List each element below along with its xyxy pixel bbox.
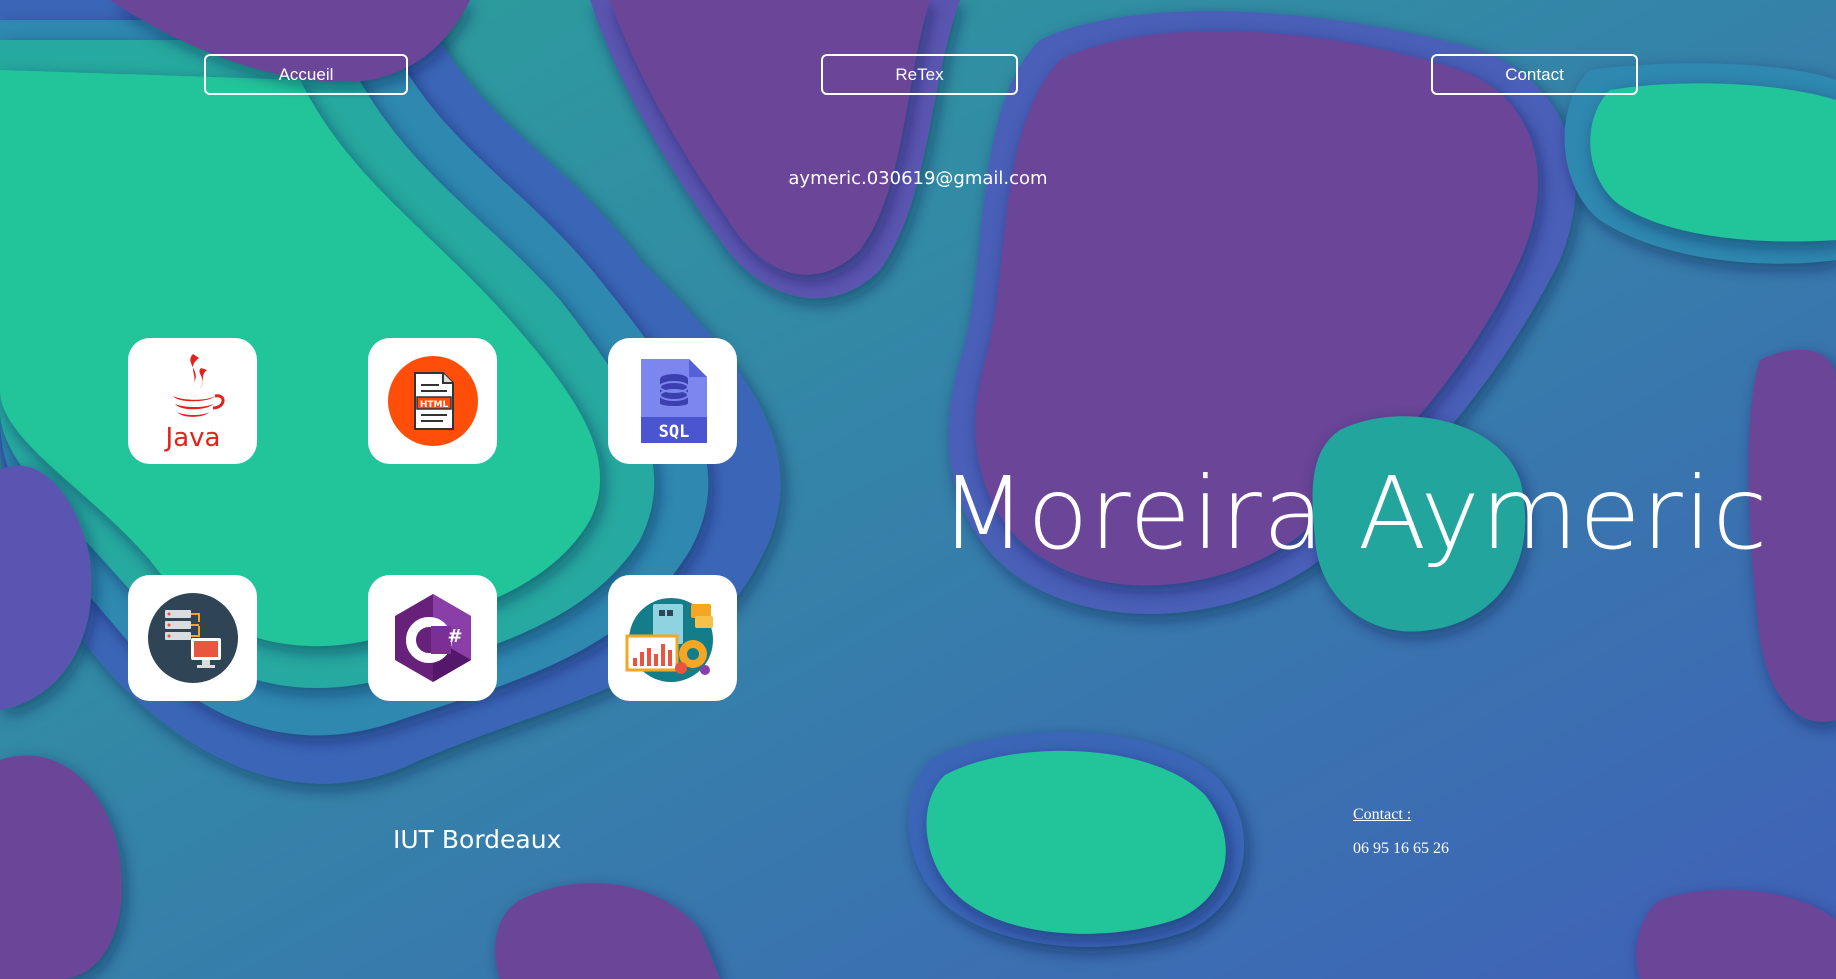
phone-number: 06 95 16 65 26 xyxy=(1353,840,1449,857)
nav-retex-button[interactable]: ReTex xyxy=(821,54,1018,95)
java-icon-label: Java xyxy=(163,423,220,453)
csharp-icon: # xyxy=(394,594,471,682)
contact-label: Contact : xyxy=(1353,806,1412,823)
skill-tile-sql[interactable]: SQL xyxy=(608,338,737,464)
skill-tile-analytics[interactable] xyxy=(608,575,737,701)
hero-name: Moreira Aymeric xyxy=(940,455,1769,572)
nav-contact-button[interactable]: Contact xyxy=(1431,54,1638,95)
skill-tile-java[interactable]: Java xyxy=(128,338,257,464)
html-icon-label: HTML xyxy=(419,400,448,410)
html-file-icon: HTML xyxy=(387,356,478,446)
skill-tile-html[interactable]: HTML xyxy=(368,338,497,464)
network-server-icon xyxy=(147,593,238,683)
email-link[interactable]: aymeric.030619@gmail.com xyxy=(788,168,1047,189)
sql-database-icon: SQL xyxy=(640,359,707,443)
nav-accueil-button[interactable]: Accueil xyxy=(204,54,408,95)
skill-tile-csharp[interactable]: # xyxy=(368,575,497,701)
java-icon: Java xyxy=(163,354,224,453)
sql-icon-label: SQL xyxy=(658,422,689,442)
school-label: IUT Bordeaux xyxy=(393,825,562,854)
skill-tile-network[interactable] xyxy=(128,575,257,701)
data-analytics-icon xyxy=(625,598,713,682)
svg-text:#: # xyxy=(447,626,462,647)
